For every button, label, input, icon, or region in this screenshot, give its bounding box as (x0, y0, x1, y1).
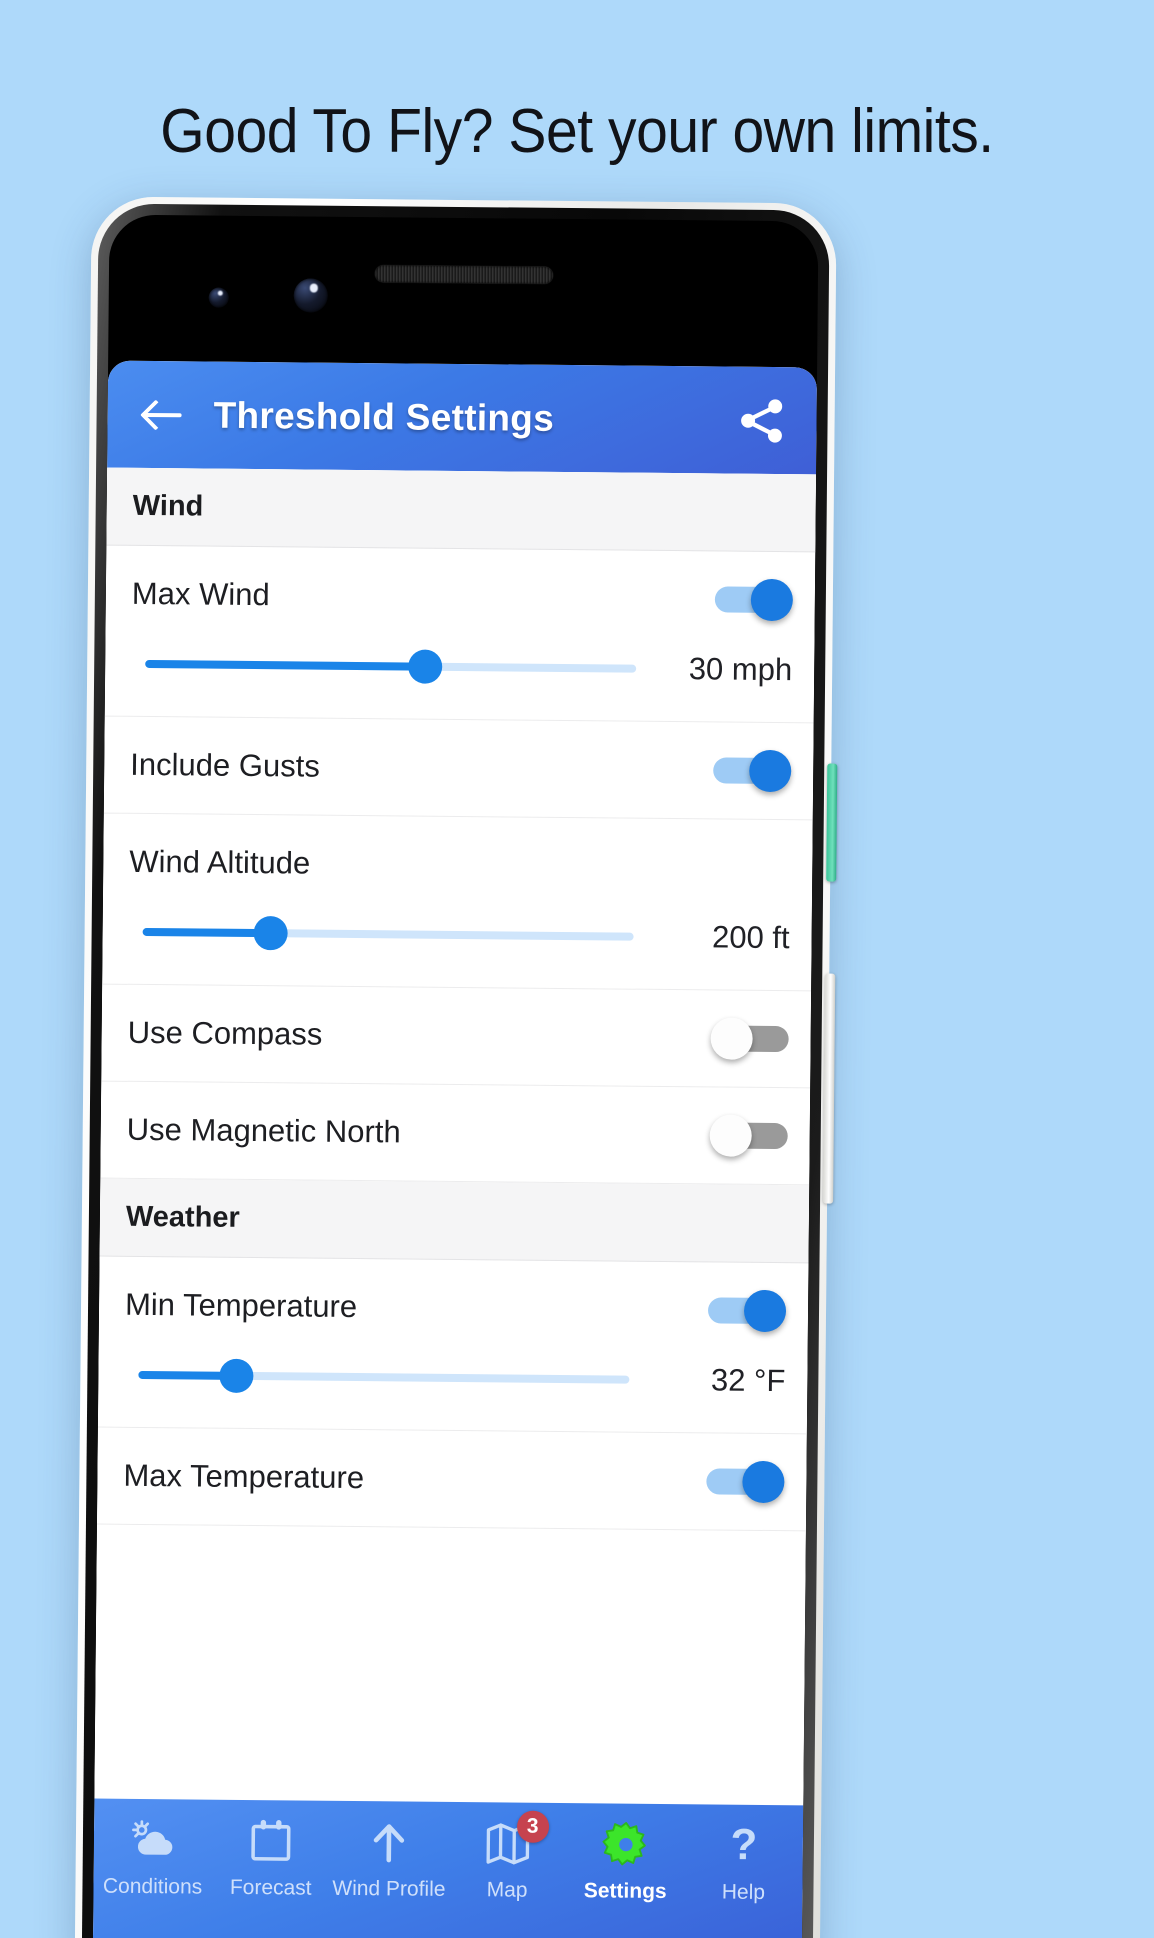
toggle-switch[interactable] (706, 1460, 785, 1504)
toggle-knob (750, 578, 794, 622)
bottom-navigation-bar: Conditions Forecast Wind Profile 3 Map Settin… (92, 1798, 804, 1938)
settings-row-label: Min Temperature (124, 1286, 358, 1325)
slider-value-label: 30 mph (688, 651, 793, 688)
settings-row-label: Max Wind (131, 575, 270, 613)
toggle-knob (742, 1460, 785, 1504)
value-slider[interactable] (138, 1357, 630, 1398)
gear-icon (598, 1817, 653, 1872)
settings-row-main: Max Temperature (123, 1428, 785, 1530)
section-header: Weather (99, 1178, 810, 1264)
nav-item-settings[interactable]: Settings (566, 1817, 685, 1904)
settings-row[interactable]: Wind Altitude 200 ft (102, 813, 813, 992)
page-title: Good To Fly? Set your own limits. (160, 97, 994, 166)
settings-row-label: Use Compass (127, 1014, 323, 1052)
nav-item-label: Wind Profile (332, 1876, 446, 1901)
nav-item-forecast[interactable]: Forecast (212, 1814, 331, 1901)
settings-row-main: Use Magnetic North (126, 1082, 788, 1184)
settings-list: Wind Max Wind 30 mph Include Gusts Wind Alti… (94, 467, 817, 1806)
power-button[interactable] (826, 763, 838, 882)
toggle-knob (743, 1289, 787, 1333)
slider-thumb[interactable] (219, 1358, 254, 1394)
slider-value-label: 32 °F (710, 1362, 786, 1399)
map-icon: 3 (480, 1810, 549, 1871)
settings-row-label: Use Magnetic North (126, 1111, 401, 1150)
settings-row-label: Wind Altitude (129, 843, 311, 881)
phone-mockup: Threshold Settings Wind Max Wind 30 mph Inc… (74, 196, 838, 1938)
settings-row-label: Max Temperature (123, 1457, 365, 1496)
settings-row-main: Min Temperature (125, 1257, 787, 1359)
settings-row-main: Use Compass (127, 985, 789, 1087)
earpiece-speaker-icon (374, 265, 553, 284)
value-slider[interactable] (142, 914, 634, 955)
settings-row[interactable]: Max Wind 30 mph (104, 545, 816, 724)
settings-row-slider: 32 °F (124, 1353, 786, 1433)
app-bar: Threshold Settings (107, 360, 818, 475)
settings-row-main: Wind Altitude (129, 814, 791, 916)
settings-row[interactable]: Use Compass (101, 984, 812, 1089)
slider-thumb[interactable] (407, 649, 443, 684)
toggle-knob (710, 1017, 753, 1060)
nav-badge: 3 (516, 1810, 549, 1843)
settings-row-slider: 30 mph (131, 642, 793, 722)
settings-row[interactable]: Use Magnetic North (100, 1081, 811, 1186)
slider-thumb[interactable] (253, 916, 288, 951)
toggle-switch[interactable] (707, 1289, 787, 1333)
toggle-switch[interactable] (713, 749, 792, 793)
settings-row-label: Include Gusts (130, 746, 320, 784)
phone-bezel: Threshold Settings Wind Max Wind 30 mph Inc… (81, 203, 830, 1938)
toggle-knob (709, 1114, 752, 1157)
nav-item-help[interactable]: ? Help (684, 1818, 803, 1905)
settings-row[interactable]: Min Temperature 32 °F (97, 1256, 809, 1435)
toggle-switch[interactable] (714, 578, 794, 622)
svg-text:?: ? (730, 1821, 757, 1870)
nav-item-label: Help (721, 1880, 766, 1904)
app-bar-title: Threshold Settings (213, 394, 555, 439)
nav-item-map[interactable]: 3 Map (448, 1810, 567, 1903)
share-icon[interactable] (734, 393, 789, 448)
settings-row[interactable]: Max Temperature (96, 1427, 807, 1532)
settings-row-main: Include Gusts (130, 717, 792, 819)
nav-item-label: Map (486, 1878, 528, 1902)
app-screen: Threshold Settings Wind Max Wind 30 mph Inc… (92, 360, 818, 1938)
slider-fill (142, 927, 271, 938)
up-arrow-icon (362, 1815, 417, 1870)
settings-row[interactable]: Include Gusts (103, 716, 814, 821)
sensor-icon (208, 287, 229, 308)
slider-fill (145, 659, 426, 671)
nav-item-label: Forecast (229, 1875, 312, 1900)
value-slider[interactable] (145, 646, 637, 687)
toggle-knob (749, 749, 792, 793)
volume-rocker-button[interactable] (823, 973, 836, 1204)
nav-item-label: Conditions (102, 1874, 203, 1899)
nav-item-wind-profile[interactable]: Wind Profile (330, 1815, 449, 1902)
settings-row-main: Max Wind (131, 546, 794, 648)
nav-item-label: Settings (583, 1879, 667, 1904)
question-mark-icon: ? (717, 1819, 772, 1874)
nav-item-conditions[interactable]: Conditions (93, 1813, 212, 1900)
section-header: Wind (106, 467, 817, 553)
front-camera-icon (293, 278, 328, 313)
slider-value-label: 200 ft (711, 919, 790, 956)
phone-screen: Threshold Settings Wind Max Wind 30 mph Inc… (92, 214, 819, 1938)
sun-cloud-icon (126, 1813, 181, 1868)
back-arrow-icon[interactable] (139, 391, 185, 437)
calendar-icon (244, 1814, 299, 1869)
settings-row-slider: 200 ft (128, 910, 790, 990)
toggle-switch[interactable] (709, 1114, 788, 1157)
toggle-switch[interactable] (710, 1017, 789, 1060)
